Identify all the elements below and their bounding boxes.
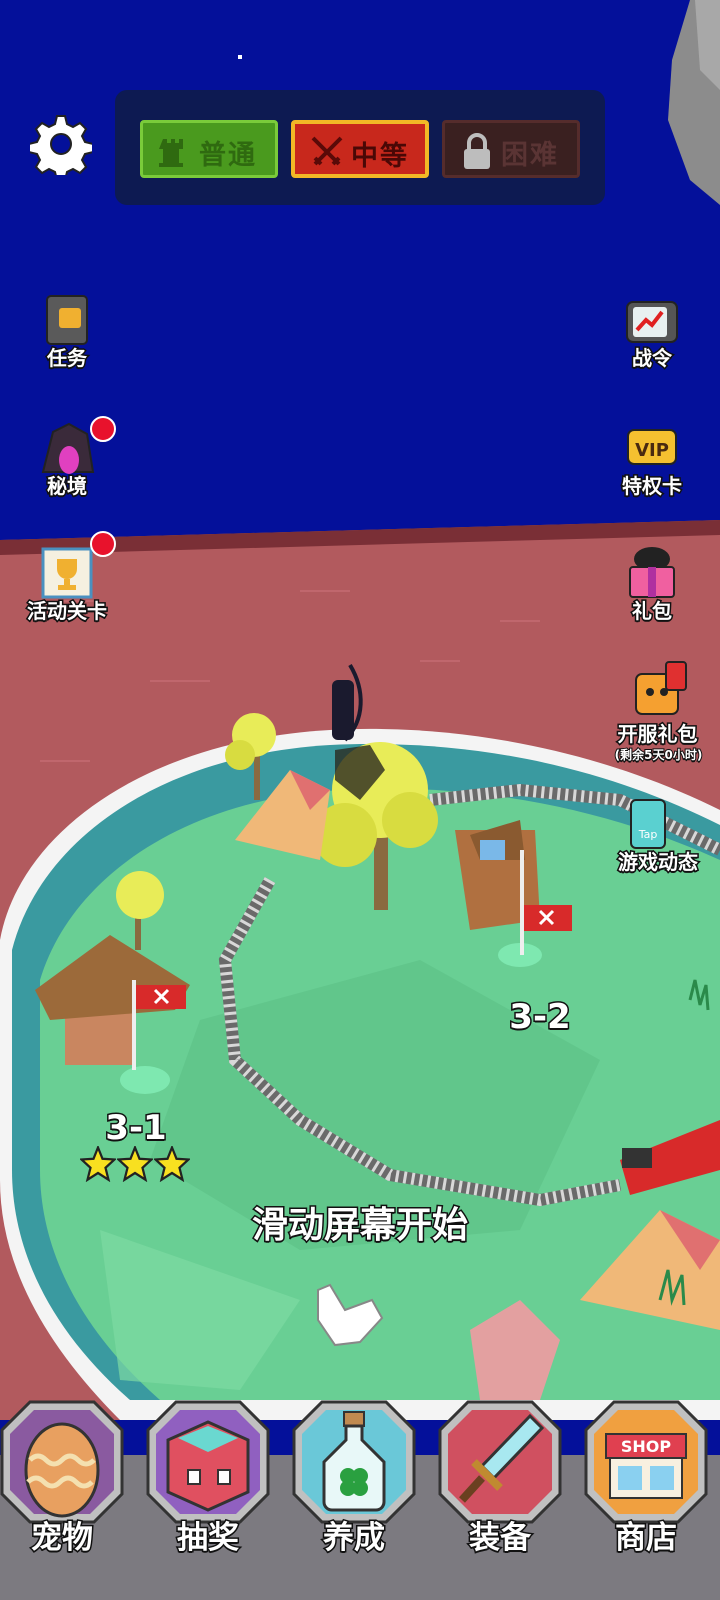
crossed-swords-icon [311,136,343,166]
gift-pack-button[interactable]: 礼包 [597,545,707,645]
nav-cultivate-button[interactable]: 养成 [292,1400,416,1590]
level-3-2-node[interactable]: 3-2 [490,996,590,1041]
castle-icon [159,139,183,167]
difficulty-medium-label: 中等 [351,141,409,172]
tasks-button[interactable]: 任务 [12,292,122,392]
sword-icon [438,1400,562,1524]
level-3-1-stars [80,1146,192,1182]
star [238,55,242,59]
event-stage-button[interactable]: 活动关卡 [12,531,122,645]
launch-pack-label: 开服礼包 [616,721,699,748]
egg-icon [0,1400,124,1524]
launch-gift-icon [635,661,687,715]
nav-pet-label: 宠物 [30,1519,95,1558]
cave-portal-icon [41,422,95,474]
trophy-icon [41,547,93,599]
level-3-2-label: 3-2 [508,996,572,1039]
shop-sign-text: SHOP [621,1437,672,1456]
nav-equipment-button[interactable]: 装备 [438,1400,562,1590]
star-icon [117,1146,153,1182]
tap-text: Tap [638,828,658,841]
level-3-1-label: 3-1 [104,1107,168,1150]
difficulty-hard-button[interactable]: 困难 [442,120,580,178]
secret-realm-button[interactable]: 秘境 [12,416,122,520]
star-icon [154,1146,190,1182]
notification-dot [90,416,116,442]
nav-shop-label: 商店 [614,1519,679,1558]
vip-card-label: 特权卡 [621,473,684,500]
difficulty-medium-button[interactable]: 中等 [291,120,429,178]
tv-chart-icon [626,301,678,343]
book-icon [46,295,88,345]
difficulty-hard-label: 困难 [501,140,559,171]
nav-equipment-label: 装备 [468,1519,533,1558]
vip-icon: VIP [627,429,677,465]
event-stage-label: 活动关卡 [26,598,109,625]
clover-bottle-icon [292,1400,416,1524]
launch-pack-button[interactable]: 开服礼包 (剩余5天0小时) [600,660,715,785]
lucky-box-icon [146,1400,270,1524]
level-3-1-node[interactable]: 3-1 [80,1107,192,1183]
battle-pass-label: 战令 [631,345,674,372]
settings-button[interactable] [28,113,94,181]
phone-tap-icon: Tap [630,799,666,849]
nav-lottery-button[interactable]: 抽奖 [146,1400,270,1590]
notification-dot [90,531,116,557]
difficulty-panel: 普通 中等 困难 [115,90,605,205]
gift-pack-label: 礼包 [631,598,674,625]
game-news-label: 游戏动态 [617,849,700,876]
game-news-button[interactable]: Tap 游戏动态 [597,798,719,878]
difficulty-normal-button[interactable]: 普通 [140,120,278,178]
nav-shop-button[interactable]: SHOP 商店 [584,1400,708,1590]
shop-icon: SHOP [584,1400,708,1524]
vip-card-button[interactable]: VIP 特权卡 [597,420,707,520]
battle-pass-button[interactable]: 战令 [597,292,707,392]
difficulty-normal-label: 普通 [199,140,257,171]
nav-pet-button[interactable]: 宠物 [0,1400,124,1590]
secret-realm-label: 秘境 [46,473,89,500]
gear-icon [28,115,94,181]
gift-box-icon [629,547,675,598]
nav-cultivate-label: 养成 [322,1519,387,1558]
vip-badge-text: VIP [635,440,669,461]
swipe-to-start-hint: 滑动屏幕开始 [250,1204,469,1248]
lock-icon [464,133,490,169]
nav-lottery-label: 抽奖 [176,1519,241,1558]
star-icon [80,1146,116,1182]
launch-pack-timer: (剩余5天0小时) [614,747,704,763]
tasks-label: 任务 [46,345,89,372]
